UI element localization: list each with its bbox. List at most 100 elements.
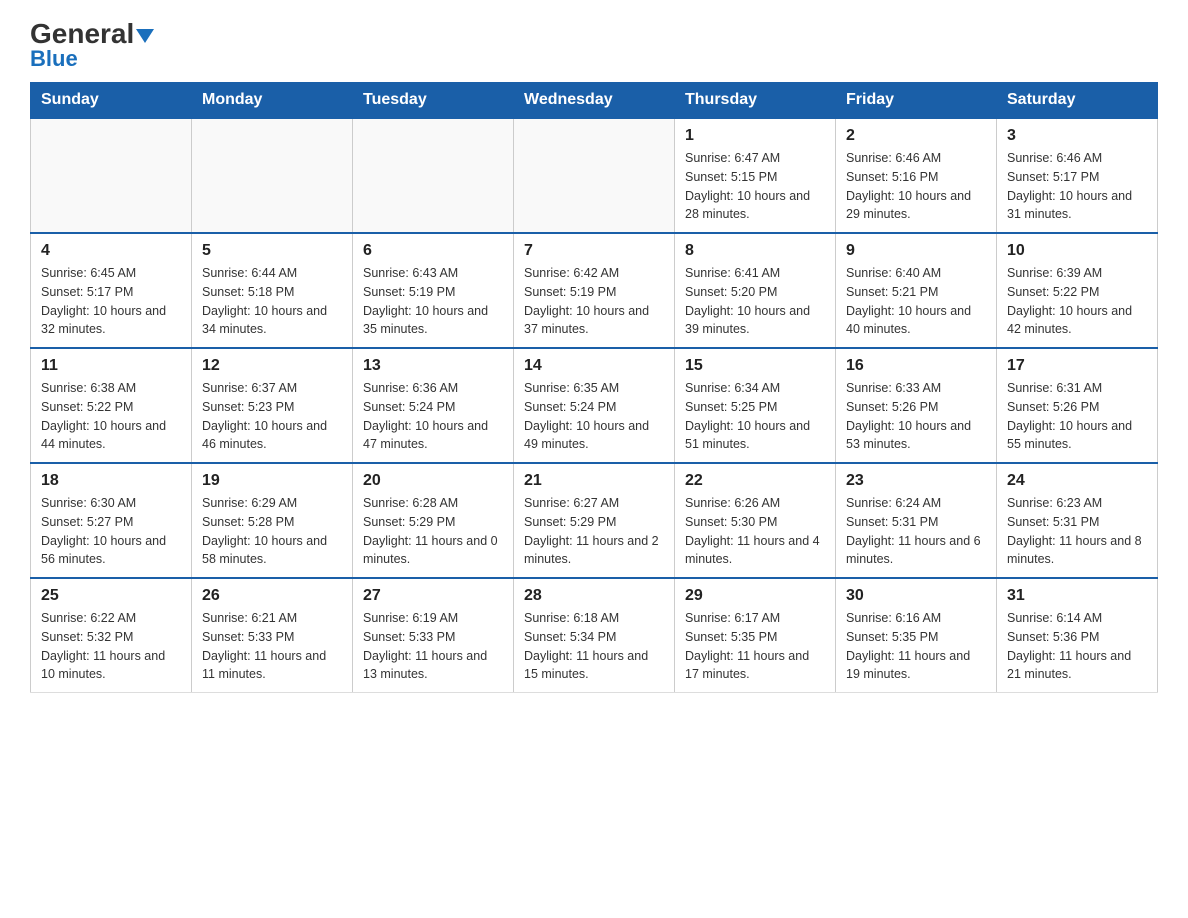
day-number: 9 [846,242,986,260]
weekday-header-wednesday: Wednesday [514,83,675,119]
calendar-cell: 5Sunrise: 6:44 AM Sunset: 5:18 PM Daylig… [192,233,353,348]
day-number: 12 [202,357,342,375]
day-number: 2 [846,127,986,145]
day-number: 14 [524,357,664,375]
calendar-cell: 28Sunrise: 6:18 AM Sunset: 5:34 PM Dayli… [514,578,675,693]
calendar-cell [31,118,192,233]
day-number: 6 [363,242,503,260]
calendar-cell: 3 Sunrise: 6:46 AM Sunset: 5:17 PM Daylig… [997,118,1158,233]
day-info: Sunrise: 6:45 AM Sunset: 5:17 PM Dayligh… [41,264,181,339]
day-info: Sunrise: 6:36 AM Sunset: 5:24 PM Dayligh… [363,379,503,454]
day-number: 1 [685,127,825,145]
day-number: 24 [1007,472,1147,490]
calendar-cell [514,118,675,233]
calendar-cell: 15Sunrise: 6:34 AM Sunset: 5:25 PM Dayli… [675,348,836,463]
day-number: 16 [846,357,986,375]
day-number: 5 [202,242,342,260]
day-number: 22 [685,472,825,490]
calendar-cell [353,118,514,233]
weekday-header-saturday: Saturday [997,83,1158,119]
day-info: Sunrise: 6:26 AM Sunset: 5:30 PM Dayligh… [685,494,825,569]
day-info: Sunrise: 6:14 AM Sunset: 5:36 PM Dayligh… [1007,609,1147,684]
calendar-header-row: SundayMondayTuesdayWednesdayThursdayFrid… [31,83,1158,119]
calendar-cell: 14 Sunrise: 6:35 AM Sunset: 5:24 PM Dayli… [514,348,675,463]
day-number: 30 [846,587,986,605]
calendar-cell: 18 Sunrise: 6:30 AM Sunset: 5:27 PM Dayli… [31,463,192,578]
day-info: Sunrise: 6:21 AM Sunset: 5:33 PM Dayligh… [202,609,342,684]
calendar-week-row: 11 Sunrise: 6:38 AM Sunset: 5:22 PM Dayli… [31,348,1158,463]
calendar-cell: 17 Sunrise: 6:31 AM Sunset: 5:26 PM Dayli… [997,348,1158,463]
calendar-cell: 1 Sunrise: 6:47 AM Sunset: 5:15 PM Daylig… [675,118,836,233]
calendar-cell: 22 Sunrise: 6:26 AM Sunset: 5:30 PM Dayli… [675,463,836,578]
weekday-header-thursday: Thursday [675,83,836,119]
day-info: Sunrise: 6:30 AM Sunset: 5:27 PM Dayligh… [41,494,181,569]
day-number: 17 [1007,357,1147,375]
day-info: Sunrise: 6:33 AM Sunset: 5:26 PM Dayligh… [846,379,986,454]
logo-general-text: General [30,20,154,48]
calendar-cell: 26 Sunrise: 6:21 AM Sunset: 5:33 PM Dayli… [192,578,353,693]
day-info: Sunrise: 6:24 AM Sunset: 5:31 PM Dayligh… [846,494,986,569]
calendar-week-row: 4 Sunrise: 6:45 AM Sunset: 5:17 PM Daylig… [31,233,1158,348]
calendar-cell: 23 Sunrise: 6:24 AM Sunset: 5:31 PM Dayli… [836,463,997,578]
day-info: Sunrise: 6:40 AM Sunset: 5:21 PM Dayligh… [846,264,986,339]
day-info: Sunrise: 6:43 AM Sunset: 5:19 PM Dayligh… [363,264,503,339]
calendar-cell: 13 Sunrise: 6:36 AM Sunset: 5:24 PM Dayli… [353,348,514,463]
calendar-cell: 4 Sunrise: 6:45 AM Sunset: 5:17 PM Daylig… [31,233,192,348]
day-number: 4 [41,242,181,260]
day-info: Sunrise: 6:41 AM Sunset: 5:20 PM Dayligh… [685,264,825,339]
day-number: 11 [41,357,181,375]
day-info: Sunrise: 6:35 AM Sunset: 5:24 PM Dayligh… [524,379,664,454]
calendar-cell: 11 Sunrise: 6:38 AM Sunset: 5:22 PM Dayli… [31,348,192,463]
calendar-cell: 25 Sunrise: 6:22 AM Sunset: 5:32 PM Dayli… [31,578,192,693]
day-number: 18 [41,472,181,490]
weekday-header-tuesday: Tuesday [353,83,514,119]
calendar-cell: 21 Sunrise: 6:27 AM Sunset: 5:29 PM Dayli… [514,463,675,578]
day-info: Sunrise: 6:46 AM Sunset: 5:16 PM Dayligh… [846,149,986,224]
day-info: Sunrise: 6:37 AM Sunset: 5:23 PM Dayligh… [202,379,342,454]
calendar-cell: 9 Sunrise: 6:40 AM Sunset: 5:21 PM Daylig… [836,233,997,348]
calendar-cell: 16 Sunrise: 6:33 AM Sunset: 5:26 PM Dayli… [836,348,997,463]
day-info: Sunrise: 6:17 AM Sunset: 5:35 PM Dayligh… [685,609,825,684]
calendar-week-row: 18 Sunrise: 6:30 AM Sunset: 5:27 PM Dayli… [31,463,1158,578]
day-number: 7 [524,242,664,260]
day-number: 13 [363,357,503,375]
day-number: 10 [1007,242,1147,260]
calendar-cell: 20 Sunrise: 6:28 AM Sunset: 5:29 PM Dayli… [353,463,514,578]
day-info: Sunrise: 6:16 AM Sunset: 5:35 PM Dayligh… [846,609,986,684]
calendar-cell: 6 Sunrise: 6:43 AM Sunset: 5:19 PM Daylig… [353,233,514,348]
calendar-cell: 10Sunrise: 6:39 AM Sunset: 5:22 PM Dayli… [997,233,1158,348]
day-number: 3 [1007,127,1147,145]
day-number: 31 [1007,587,1147,605]
day-info: Sunrise: 6:18 AM Sunset: 5:34 PM Dayligh… [524,609,664,684]
logo-triangle-icon [136,29,154,43]
day-info: Sunrise: 6:31 AM Sunset: 5:26 PM Dayligh… [1007,379,1147,454]
day-number: 27 [363,587,503,605]
weekday-header-friday: Friday [836,83,997,119]
calendar-cell: 31 Sunrise: 6:14 AM Sunset: 5:36 PM Dayli… [997,578,1158,693]
day-info: Sunrise: 6:27 AM Sunset: 5:29 PM Dayligh… [524,494,664,569]
day-number: 21 [524,472,664,490]
day-info: Sunrise: 6:38 AM Sunset: 5:22 PM Dayligh… [41,379,181,454]
day-number: 20 [363,472,503,490]
calendar-cell: 8Sunrise: 6:41 AM Sunset: 5:20 PM Daylig… [675,233,836,348]
weekday-header-monday: Monday [192,83,353,119]
calendar-cell: 27 Sunrise: 6:19 AM Sunset: 5:33 PM Dayli… [353,578,514,693]
page-header: General Blue [30,20,1158,72]
calendar-cell [192,118,353,233]
day-number: 15 [685,357,825,375]
day-info: Sunrise: 6:46 AM Sunset: 5:17 PM Dayligh… [1007,149,1147,224]
day-info: Sunrise: 6:23 AM Sunset: 5:31 PM Dayligh… [1007,494,1147,569]
day-info: Sunrise: 6:28 AM Sunset: 5:29 PM Dayligh… [363,494,503,569]
day-number: 26 [202,587,342,605]
day-number: 23 [846,472,986,490]
logo-blue-text: Blue [30,46,78,72]
calendar-cell: 2 Sunrise: 6:46 AM Sunset: 5:16 PM Daylig… [836,118,997,233]
calendar-cell: 30 Sunrise: 6:16 AM Sunset: 5:35 PM Dayli… [836,578,997,693]
day-number: 29 [685,587,825,605]
weekday-header-sunday: Sunday [31,83,192,119]
day-info: Sunrise: 6:19 AM Sunset: 5:33 PM Dayligh… [363,609,503,684]
day-number: 25 [41,587,181,605]
calendar-week-row: 1 Sunrise: 6:47 AM Sunset: 5:15 PM Daylig… [31,118,1158,233]
day-info: Sunrise: 6:22 AM Sunset: 5:32 PM Dayligh… [41,609,181,684]
day-info: Sunrise: 6:47 AM Sunset: 5:15 PM Dayligh… [685,149,825,224]
